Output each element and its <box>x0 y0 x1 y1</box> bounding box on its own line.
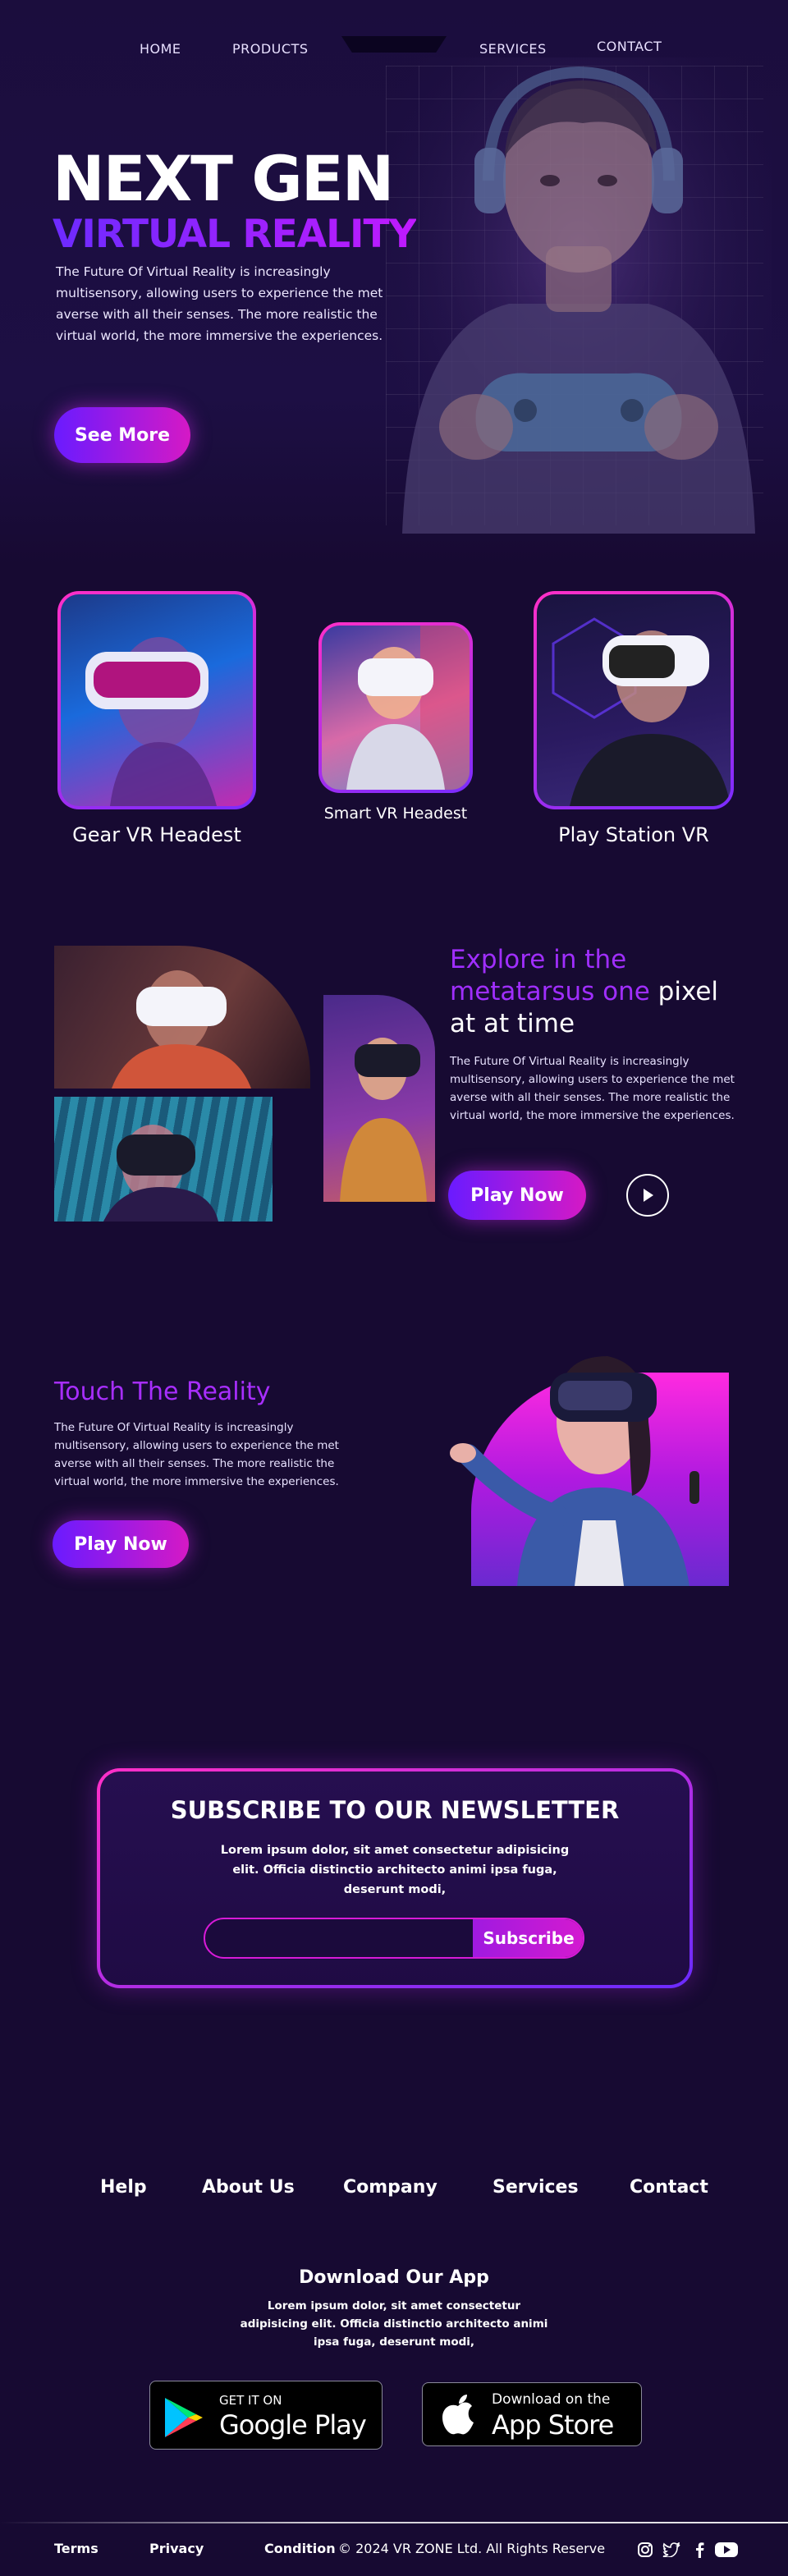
footer-link-contact[interactable]: Contact <box>630 2177 708 2198</box>
product-card-smart-vr[interactable] <box>318 622 473 793</box>
footer-divider <box>0 2522 788 2523</box>
instagram-icon[interactable] <box>635 2542 655 2558</box>
newsletter-text: Lorem ipsum dolor, sit amet consectetur … <box>220 1844 570 1896</box>
google-play-big-text: Google Play <box>219 2409 367 2441</box>
nav-home[interactable]: HOME <box>140 41 181 57</box>
nav-services[interactable]: SERVICES <box>479 41 547 57</box>
touch-description: The Future Of Virtual Reality is increas… <box>54 1421 339 1488</box>
youtube-icon[interactable] <box>714 2542 739 2558</box>
hero-subtitle: VIRTUAL REALITY <box>53 212 417 257</box>
play-icon <box>644 1189 653 1202</box>
explore-title-part4: at at time <box>450 1009 575 1038</box>
download-text: Lorem ipsum dolor, sit amet consectetur … <box>240 2299 548 2349</box>
footer-terms-link[interactable]: Terms <box>54 2541 98 2556</box>
see-more-button[interactable]: See More <box>54 407 190 463</box>
footer-link-services[interactable]: Services <box>492 2177 579 2198</box>
hero-title: NEXT GEN <box>53 142 394 215</box>
play-video-button[interactable] <box>626 1174 669 1217</box>
explore-play-now-button[interactable]: Play Now <box>448 1171 586 1220</box>
product-label-gear-vr: Gear VR Headest <box>72 823 241 846</box>
newsletter-form: Subscribe <box>204 1918 584 1959</box>
nav-logo-notch <box>341 36 447 53</box>
twitter-icon[interactable] <box>662 2542 681 2558</box>
google-play-button[interactable]: GET IT ON Google Play <box>149 2381 383 2450</box>
touch-vr-girl-image <box>450 1356 699 1586</box>
playstation-vr-image <box>552 617 731 806</box>
product-label-smart-vr: Smart VR Headest <box>323 804 468 823</box>
download-title: Download Our App <box>299 2267 489 2288</box>
touch-play-now-button[interactable]: Play Now <box>53 1520 189 1568</box>
explore-description: The Future Of Virtual Reality is increas… <box>450 1055 735 1122</box>
app-store-big-text: App Store <box>492 2409 614 2441</box>
hero-gamer-image <box>386 57 772 534</box>
subscribe-button[interactable]: Subscribe <box>473 1919 583 1957</box>
footer-condition-link[interactable]: Condition <box>264 2541 336 2556</box>
explore-title-part2: metatarsus one <box>450 977 650 1006</box>
hero-description: The Future Of Virtual Reality is increas… <box>56 264 383 343</box>
facebook-icon[interactable] <box>690 2542 709 2558</box>
touch-title: Touch The Reality <box>54 1377 271 1406</box>
smart-vr-image <box>346 626 470 790</box>
explore-image-3 <box>323 995 435 1202</box>
newsletter-title: SUBSCRIBE TO OUR NEWSLETTER <box>170 1796 620 1824</box>
apple-icon <box>442 2395 474 2435</box>
google-play-small-text: GET IT ON <box>219 2393 282 2408</box>
footer-link-about[interactable]: About Us <box>202 2177 295 2198</box>
gear-vr-image <box>85 637 217 806</box>
explore-title-part3: pixel <box>649 977 719 1006</box>
newsletter-email-input[interactable] <box>205 1919 471 1957</box>
explore-image-1 <box>54 946 310 1089</box>
footer-link-company[interactable]: Company <box>343 2177 438 2198</box>
explore-title: Explore in the metatarsus one pixel at at … <box>450 944 762 1040</box>
product-card-playstation-vr[interactable] <box>534 591 734 809</box>
product-card-gear-vr[interactable] <box>57 591 256 809</box>
footer-link-help[interactable]: Help <box>100 2177 147 2198</box>
app-store-small-text: Download on the <box>492 2391 611 2408</box>
footer-privacy-link[interactable]: Privacy <box>149 2541 204 2556</box>
product-label-playstation-vr: Play Station VR <box>558 823 709 846</box>
nav-products[interactable]: PRODUCTS <box>232 41 309 57</box>
copyright-text: © 2024 VR ZONE Ltd. All Rights Reserve <box>338 2541 606 2556</box>
google-play-icon <box>165 2398 203 2437</box>
nav-contact[interactable]: CONTACT <box>597 39 662 54</box>
app-store-button[interactable]: Download on the App Store <box>422 2382 642 2446</box>
explore-image-2 <box>54 1097 273 1222</box>
explore-title-part1: Explore in the <box>450 945 627 974</box>
